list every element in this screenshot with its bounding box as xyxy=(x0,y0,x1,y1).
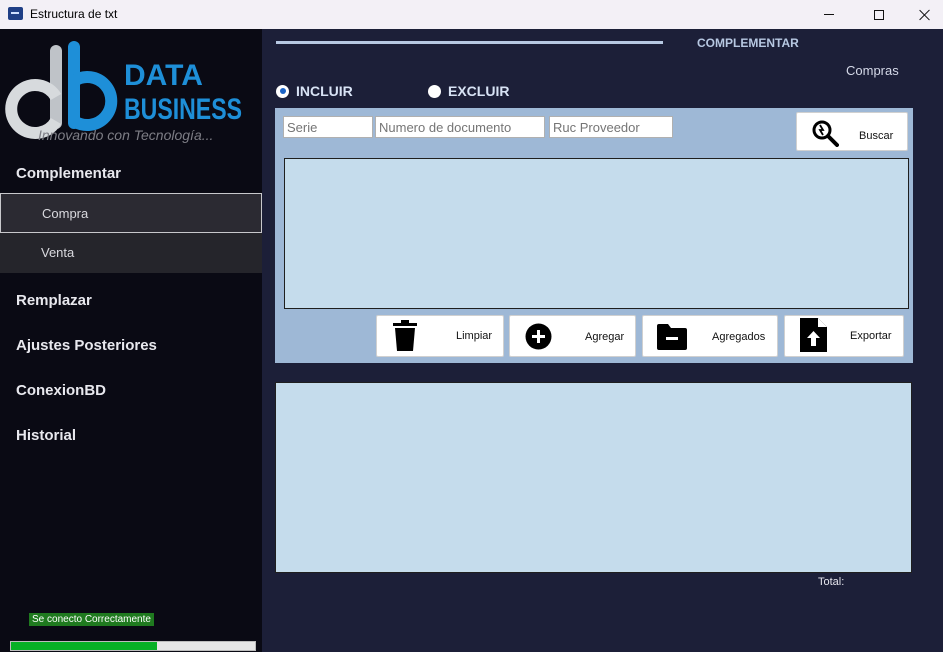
minimize-icon xyxy=(824,14,834,15)
menu-ajustes-posteriores[interactable]: Ajustes Posteriores xyxy=(16,337,157,354)
agregar-button[interactable]: Agregar xyxy=(509,315,636,357)
maximize-button[interactable] xyxy=(856,0,902,29)
header-divider xyxy=(276,41,663,44)
plus-circle-icon xyxy=(525,323,552,350)
trash-icon xyxy=(393,320,417,351)
menu-complementar[interactable]: Complementar xyxy=(16,165,121,182)
data-grid[interactable] xyxy=(275,382,912,573)
connection-status: Se conecto Correctamente xyxy=(29,613,154,626)
title-bar: Estructura de txt xyxy=(0,0,943,29)
results-list[interactable] xyxy=(284,158,909,309)
menu-historial[interactable]: Historial xyxy=(16,427,76,444)
maximize-icon xyxy=(874,9,884,20)
buscar-label: Buscar xyxy=(859,130,894,142)
progress-bar xyxy=(10,641,256,651)
exportar-button[interactable]: Exportar xyxy=(784,315,904,357)
radio-excluir-indicator[interactable] xyxy=(428,84,441,98)
agregados-label: Agregados xyxy=(712,331,766,343)
exportar-label: Exportar xyxy=(850,330,892,342)
progress-fill xyxy=(11,642,158,650)
sidebar: DATA BUSINESS Innovando con Tecnología..… xyxy=(0,29,262,652)
logo-tagline: Innovando con Tecnología... xyxy=(38,127,214,143)
limpiar-button[interactable]: Limpiar xyxy=(376,315,504,357)
subsection-label: Compras xyxy=(846,63,899,78)
window-title: Estructura de txt xyxy=(30,7,118,21)
radio-excluir[interactable]: EXCLUIR xyxy=(428,83,509,99)
app-icon xyxy=(8,7,23,20)
menu-item-venta[interactable]: Venta xyxy=(0,233,262,273)
total-label: Total: xyxy=(818,576,845,588)
search-panel: Buscar Limpiar Agregar Agregados Ex xyxy=(275,108,913,363)
folder-minus-icon xyxy=(657,324,687,350)
ruc-proveedor-input[interactable] xyxy=(549,116,673,138)
minimize-button[interactable] xyxy=(806,0,852,29)
section-title: COMPLEMENTAR xyxy=(697,36,799,50)
radio-incluir-indicator[interactable] xyxy=(276,84,289,98)
search-icon xyxy=(812,120,839,147)
logo-text-data: DATA xyxy=(124,59,203,92)
numero-documento-input[interactable] xyxy=(375,116,545,138)
close-icon xyxy=(919,9,931,21)
logo-text-business: BUSINESS xyxy=(124,93,242,126)
menu-remplazar[interactable]: Remplazar xyxy=(16,292,92,309)
agregados-button[interactable]: Agregados xyxy=(642,315,778,357)
radio-incluir-label: INCLUIR xyxy=(296,83,353,99)
agregar-label: Agregar xyxy=(585,331,625,343)
menu-conexionbd[interactable]: ConexionBD xyxy=(16,382,106,399)
radio-incluir[interactable]: INCLUIR xyxy=(276,83,353,99)
close-button[interactable] xyxy=(902,0,943,29)
buscar-button[interactable]: Buscar xyxy=(796,112,908,151)
file-upload-icon xyxy=(800,318,827,352)
limpiar-label: Limpiar xyxy=(456,330,493,342)
serie-input[interactable] xyxy=(283,116,373,138)
menu-item-compra[interactable]: Compra xyxy=(0,193,262,233)
radio-excluir-label: EXCLUIR xyxy=(448,83,510,99)
